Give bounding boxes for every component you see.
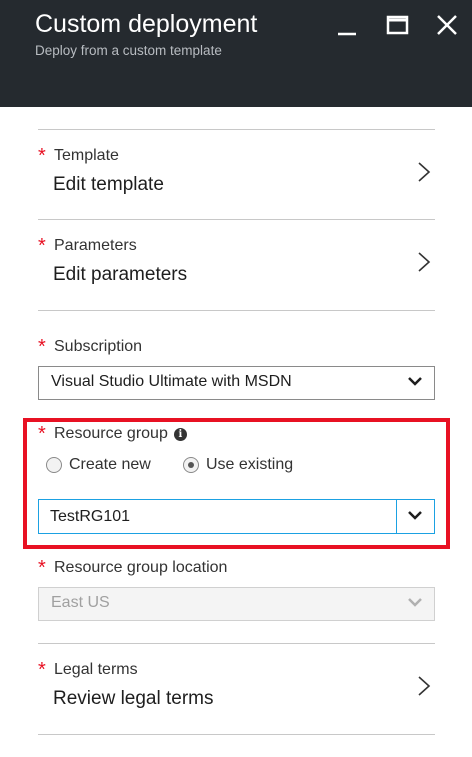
resource-group-label-wrap: Resource group i (54, 425, 187, 443)
info-icon[interactable]: i (173, 428, 187, 441)
template-row[interactable]: * Template Edit template (38, 145, 435, 207)
legal-terms-value: Review legal terms (53, 688, 214, 709)
location-label-row: * Resource group location (38, 557, 435, 581)
close-icon (437, 15, 457, 35)
template-value: Edit template (53, 174, 164, 195)
required-marker: * (38, 659, 46, 681)
chevron-right-icon (418, 252, 431, 272)
maximize-icon (386, 15, 409, 35)
divider (38, 129, 435, 130)
chevron-down-icon (408, 511, 422, 520)
required-marker: * (38, 145, 46, 167)
resource-group-combobox (38, 499, 435, 534)
required-marker: * (38, 235, 46, 257)
close-button[interactable] (430, 8, 464, 42)
use-existing-label: Use existing (206, 456, 294, 473)
blade-header: Custom deployment Deploy from a custom t… (0, 0, 472, 107)
legal-terms-row[interactable]: * Legal terms Review legal terms (38, 659, 435, 721)
legal-terms-label: Legal terms (54, 661, 138, 678)
resource-group-dropdown-button[interactable] (397, 500, 434, 533)
parameters-value: Edit parameters (53, 264, 188, 285)
template-label: Template (54, 147, 119, 164)
resource-group-input[interactable] (39, 500, 396, 533)
divider (38, 219, 435, 220)
subscription-value: Visual Studio Ultimate with MSDN (51, 373, 292, 390)
radio-circle-checked (183, 457, 199, 473)
resource-group-label: Resource group (54, 425, 168, 442)
required-marker: * (38, 557, 46, 579)
minimize-icon (338, 32, 356, 36)
divider (38, 310, 435, 311)
required-marker: * (38, 336, 46, 358)
parameters-label: Parameters (54, 237, 137, 254)
subscription-select[interactable]: Visual Studio Ultimate with MSDN (38, 366, 435, 400)
required-marker: * (38, 423, 46, 445)
parameters-row[interactable]: * Parameters Edit parameters (38, 235, 435, 297)
location-select: East US (38, 587, 435, 621)
subscription-label-row: * Subscription (38, 336, 435, 360)
resource-group-label-row: * Resource group i (38, 423, 435, 447)
maximize-button[interactable] (381, 8, 415, 42)
create-new-label: Create new (69, 456, 151, 473)
minimize-button[interactable] (330, 8, 364, 42)
chevron-down-icon (408, 598, 422, 607)
location-label: Resource group location (54, 559, 228, 576)
chevron-down-icon (408, 377, 422, 386)
divider (38, 643, 435, 644)
radio-circle (46, 457, 62, 473)
subscription-label: Subscription (54, 338, 143, 355)
divider (38, 734, 435, 735)
chevron-right-icon (418, 676, 431, 696)
blade-subtitle: Deploy from a custom template (35, 43, 222, 58)
location-value: East US (51, 594, 110, 611)
chevron-right-icon (418, 162, 431, 182)
blade-title: Custom deployment (35, 10, 258, 38)
